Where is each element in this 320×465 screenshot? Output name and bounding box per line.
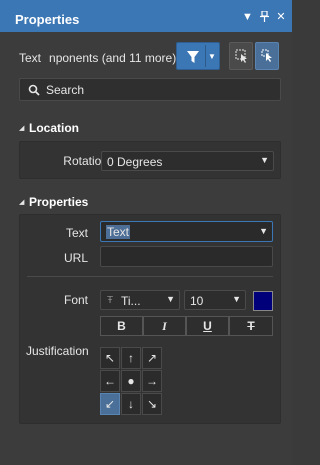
font-size-select[interactable]: 10 ▼ (184, 290, 246, 310)
italic-button[interactable]: I (143, 316, 186, 336)
chevron-down-icon: ▼ (166, 294, 175, 304)
font-size-value: 10 (190, 294, 204, 308)
text-label: Text (65, 226, 88, 240)
rotation-select[interactable]: 0 Degrees ▼ (101, 151, 274, 171)
collapse-triangle-icon[interactable]: ◢ (19, 198, 24, 206)
text-value: Text (106, 225, 131, 239)
rotation-value: 0 Degrees (107, 155, 163, 169)
strikethrough-button[interactable]: T (229, 316, 273, 336)
select-mode-button[interactable] (255, 42, 279, 70)
url-field[interactable] (100, 246, 273, 267)
justification-grid: ↖ ↑ ↗ ← ● → ↙ ↓ ↘ (100, 347, 163, 416)
close-icon[interactable]: ✕ (276, 11, 286, 25)
font-style-buttons: B I U T (100, 316, 273, 336)
search-icon (28, 84, 40, 96)
panel-title: Properties (15, 12, 80, 27)
chevron-down-icon[interactable]: ▼ (208, 52, 216, 61)
panel-titlebar: Properties ▼ ✕ (0, 0, 292, 32)
text-field[interactable]: Text ▼ (100, 221, 273, 242)
justify-center-right-button[interactable]: → (142, 370, 162, 392)
location-header-label: Location (29, 121, 79, 135)
justify-bottom-center-button[interactable]: ↓ (121, 393, 141, 415)
font-label: Font (63, 293, 88, 307)
justify-center-button[interactable]: ● (121, 370, 141, 392)
properties-header-label: Properties (29, 195, 89, 209)
bold-button[interactable]: B (100, 316, 143, 336)
filter-button[interactable]: ▼ (176, 42, 220, 70)
titlebar-icons: ▼ ✕ (242, 10, 286, 25)
location-panel: Rotation 0 Degrees ▼ (19, 141, 281, 179)
pointer-icon (261, 49, 272, 62)
underline-button[interactable]: U (186, 316, 229, 336)
rotation-label: Rotation (63, 154, 108, 168)
search-input[interactable]: Search (19, 78, 281, 101)
location-section-header[interactable]: ◢ Location (0, 118, 292, 138)
chevron-down-icon[interactable]: ▼ (259, 226, 268, 236)
select-objects-button[interactable] (229, 42, 253, 70)
font-family-select[interactable]: Ŧ Ti... ▼ (100, 290, 180, 310)
justify-bottom-right-button[interactable]: ↘ (142, 393, 162, 415)
select-cursor-icon (235, 49, 247, 63)
chevron-down-icon: ▼ (232, 294, 241, 304)
dropdown-icon[interactable]: ▼ (242, 11, 253, 25)
divider (27, 276, 273, 277)
chevron-down-icon: ▼ (260, 155, 269, 165)
filter-button-separator (205, 45, 206, 67)
filter-row: Text nponents (and 11 more) ▼ (0, 40, 292, 70)
justify-top-right-button[interactable]: ↗ (142, 347, 162, 369)
font-family-value: Ti... (121, 294, 141, 308)
justification-label: Justification (26, 344, 89, 358)
search-placeholder: Search (46, 83, 85, 97)
url-label: URL (63, 251, 88, 265)
collapse-triangle-icon[interactable]: ◢ (19, 124, 24, 132)
filter-summary: Text nponents (and 11 more) (19, 51, 177, 65)
justify-center-left-button[interactable]: ← (100, 370, 120, 392)
truetype-font-icon: Ŧ (107, 295, 114, 306)
funnel-icon (187, 51, 199, 63)
justify-bottom-left-button[interactable]: ↙ (100, 393, 120, 415)
properties-section-header[interactable]: ◢ Properties (0, 192, 292, 212)
font-color-swatch[interactable] (253, 291, 273, 311)
justify-top-left-button[interactable]: ↖ (100, 347, 120, 369)
justify-top-center-button[interactable]: ↑ (121, 347, 141, 369)
pin-icon[interactable] (259, 10, 269, 25)
